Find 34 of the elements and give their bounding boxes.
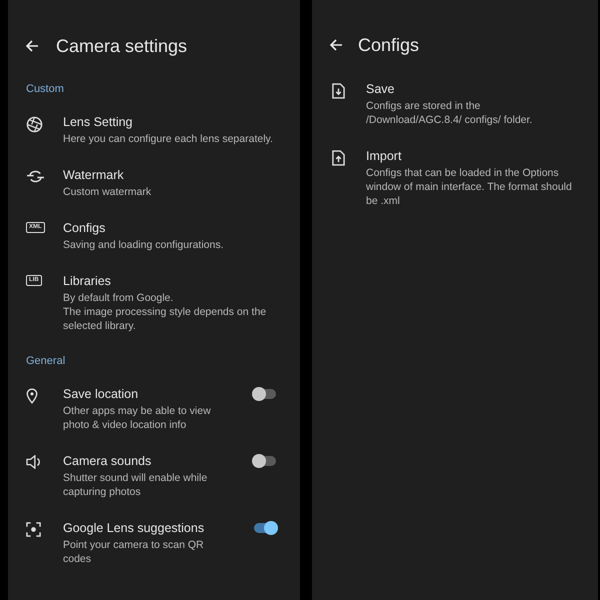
toggle-switch[interactable] xyxy=(254,456,276,466)
config-action-title[interactable]: Import xyxy=(366,149,578,163)
setting-title: Google Lens suggestions xyxy=(63,521,206,535)
setting-description: Saving and loading configurations. xyxy=(63,238,225,252)
setting-description: Custom watermark xyxy=(63,185,152,199)
back-icon[interactable] xyxy=(24,38,40,54)
setting-title[interactable]: Libraries xyxy=(63,274,290,288)
setting-description: Other apps may be able to view photo & video location info xyxy=(63,404,212,432)
setting-title[interactable]: Configs xyxy=(63,221,290,235)
aperture-icon xyxy=(26,116,43,133)
config-action-title[interactable]: Save xyxy=(366,82,578,96)
speaker-icon xyxy=(26,455,42,469)
toggle-switch[interactable] xyxy=(254,523,276,533)
toggle-switch[interactable] xyxy=(254,389,276,399)
setting-title[interactable]: Watermark xyxy=(63,168,290,182)
screen-title: Camera settings xyxy=(56,36,188,56)
setting-description: Here you can configure each lens separately. xyxy=(63,132,274,146)
setting-description: Point your camera to scan QR codes xyxy=(63,538,205,566)
screen-title: Configs xyxy=(358,34,420,56)
setting-title[interactable]: Lens Setting xyxy=(63,115,290,129)
sync-icon xyxy=(26,169,45,184)
lens-scan-icon xyxy=(26,522,41,537)
setting-title: Camera sounds xyxy=(63,454,152,468)
back-icon[interactable] xyxy=(328,37,344,53)
setting-description: Shutter sound will enable while capturing photos xyxy=(63,471,208,499)
section-header: General xyxy=(26,355,66,367)
file-download-icon xyxy=(332,83,345,99)
config-action-description: Configs that can be loaded in the Options window of main interface. The format should be .xml xyxy=(366,166,573,208)
file-upload-icon xyxy=(332,150,345,166)
setting-title: Save location xyxy=(63,387,140,401)
config-action-description: Configs are stored in the /Download/AGC.8.4/ configs/ folder. xyxy=(366,99,534,127)
setting-description: By default from Google. The image processing style depends on the selected library. xyxy=(63,291,268,333)
section-header: Custom xyxy=(26,83,65,95)
location-pin-icon xyxy=(26,388,38,404)
